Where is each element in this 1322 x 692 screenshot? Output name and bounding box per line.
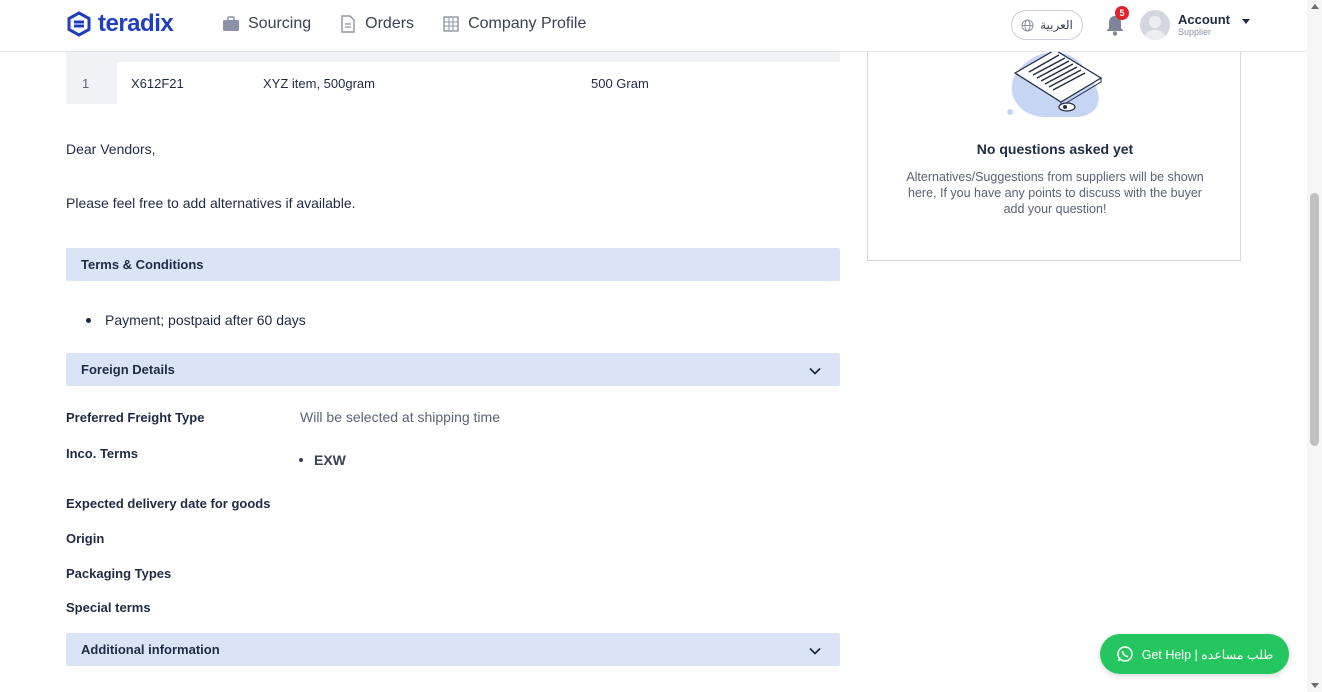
document-icon [341,15,355,33]
account-name: Account [1178,12,1230,27]
empty-questions-title: No questions asked yet [976,141,1134,157]
scroll-down-arrow-icon[interactable] [1311,683,1319,688]
packaging-types-label: Packaging Types [66,566,172,581]
special-terms-label: Special terms [66,600,151,615]
language-label: العربية [1040,18,1073,32]
get-help-button[interactable]: Get Help | طلب مساعده [1100,634,1289,674]
account-menu[interactable]: Account Supplier [1140,10,1250,40]
notification-count-badge: 5 [1115,6,1129,20]
terms-title: Terms & Conditions [81,257,204,272]
brand-name: teradix [98,10,174,37]
table-row: 1 X612F21 XYZ item, 500gram 500 Gram [66,62,840,104]
foreign-details-title: Foreign Details [81,362,175,377]
additional-info-title: Additional information [81,642,220,657]
user-avatar-icon [1144,16,1166,40]
nav-sourcing-label: Sourcing [248,15,312,32]
avatar [1140,10,1170,40]
building-icon [443,16,459,32]
scroll-up-arrow-icon[interactable] [1311,4,1319,9]
greeting-text: Dear Vendors, [66,141,156,157]
inco-terms-label: Inco. Terms [66,446,139,461]
empty-questions-description: Alternatives/Suggestions from suppliers … [906,170,1204,216]
item-quantity: 500 Gram [591,76,649,91]
language-switch-button[interactable]: العربية [1011,10,1083,40]
list-item: Payment; postpaid after 60 days [86,312,306,328]
account-role: Supplier [1178,27,1212,37]
main-nav: Sourcing Orders Company Profile [222,15,586,33]
nav-company-profile[interactable]: Company Profile [442,15,586,33]
origin-label: Origin [66,531,105,546]
brand-logo[interactable]: teradix [66,10,174,38]
empty-questions-illustration-icon [1007,49,1103,117]
inco-terms-value: EXW [299,452,346,468]
item-description: XYZ item, 500gram [263,76,375,91]
nav-company-profile-label: Company Profile [468,15,587,32]
terms-section-header: Terms & Conditions [66,248,840,281]
whatsapp-icon [1116,646,1133,662]
scroll-thumb[interactable] [1310,193,1319,446]
item-number: 1 [66,62,117,104]
page-scrollbar[interactable] [1307,0,1322,692]
questions-panel: No questions asked yet Alternatives/Sugg… [867,40,1241,261]
briefcase-icon [223,16,239,31]
delivery-date-label: Expected delivery date for goods [66,496,271,511]
item-code: X612F21 [131,76,184,91]
freight-type-value: Will be selected at shipping time [300,409,500,425]
chevron-down-icon[interactable] [808,364,822,378]
chevron-down-icon [1242,18,1250,24]
nav-orders[interactable]: Orders [339,15,414,33]
table-header-strip [66,52,840,62]
nav-orders-label: Orders [365,15,415,32]
additional-info-section-header[interactable]: Additional information [66,633,840,666]
teradix-logo-icon [67,11,91,37]
note-message: Please feel free to add alternatives if … [66,195,356,211]
get-help-label: Get Help | طلب مساعده [1141,647,1274,662]
foreign-details-section-header[interactable]: Foreign Details [66,353,840,386]
globe-icon [1021,19,1034,31]
top-navbar: teradix Sourcing Orders Company Profile [0,0,1307,52]
nav-sourcing[interactable]: Sourcing [222,15,311,33]
chevron-down-icon[interactable] [808,644,822,658]
freight-type-label: Preferred Freight Type [66,410,205,425]
